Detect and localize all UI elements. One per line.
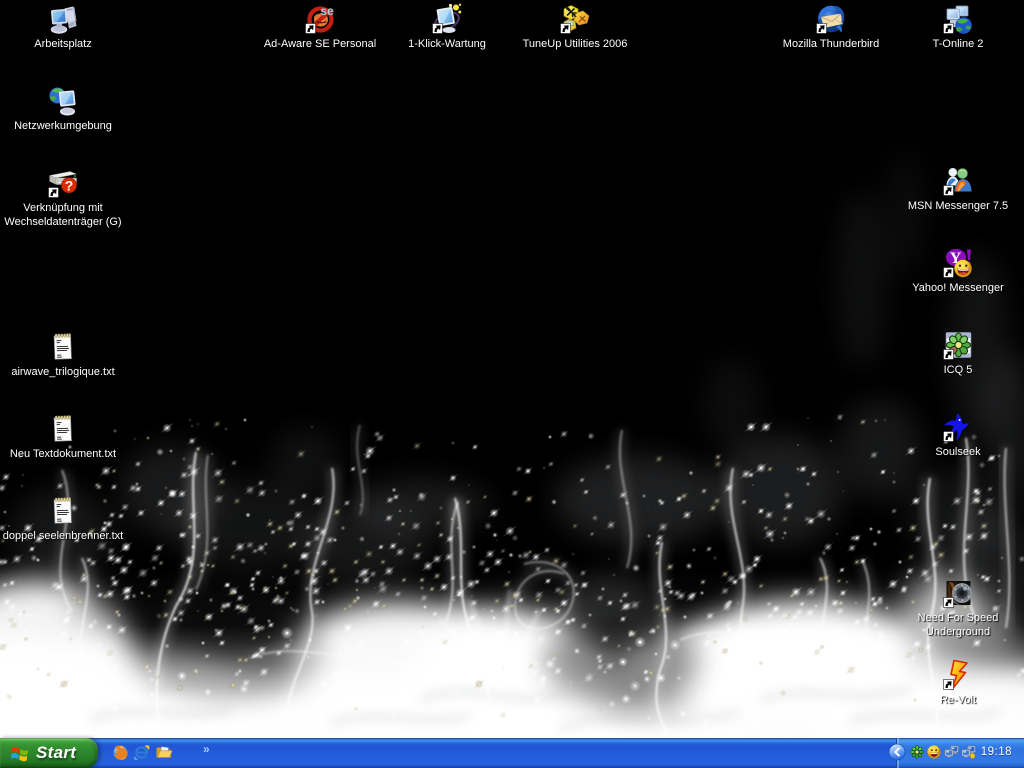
svg-text:?: ?: [65, 177, 74, 193]
svg-text:se: se: [320, 4, 334, 18]
